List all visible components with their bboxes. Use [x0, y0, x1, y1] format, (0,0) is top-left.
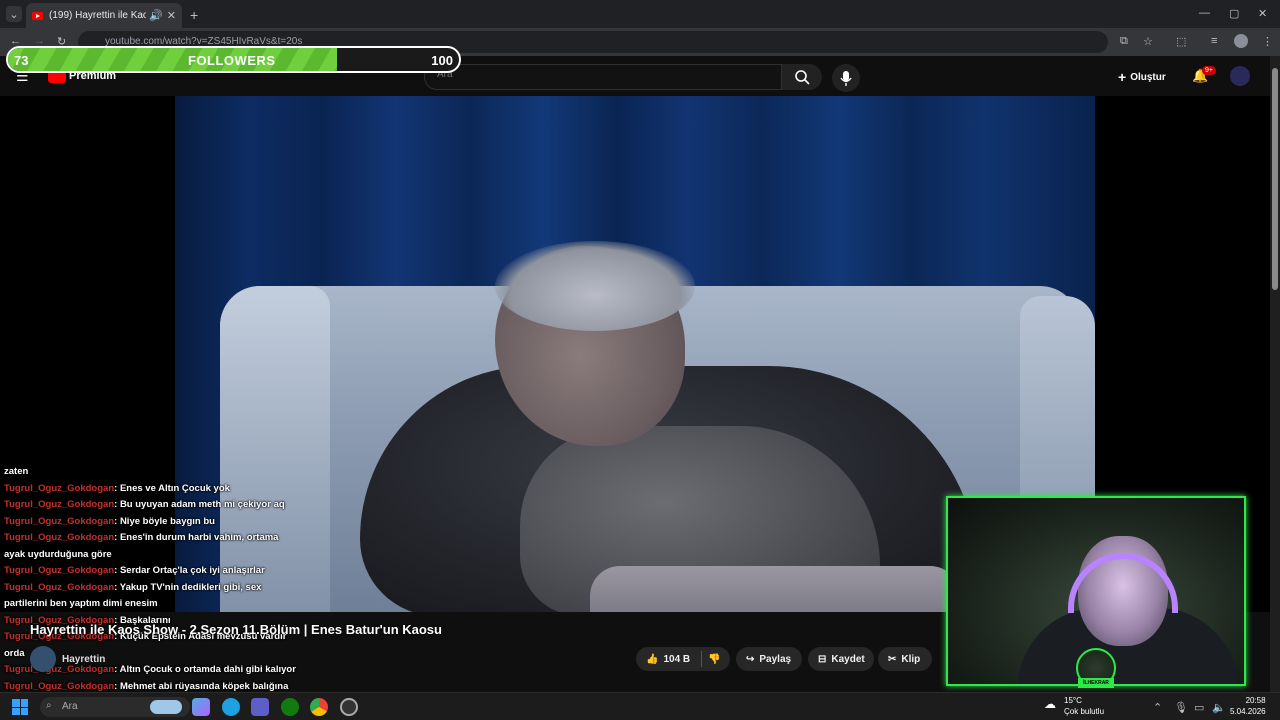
cloud-icon: ☁ — [1044, 697, 1056, 711]
chat-username: Tugrul_Oguz_Gokdogan — [4, 515, 115, 527]
browser-tab-active[interactable]: (199) Hayrettin ile Kaos Sho 🔊 ✕ — [26, 3, 182, 28]
tray-chevron-icon[interactable]: ⌃ — [1153, 701, 1162, 714]
save-label: Kaydet — [831, 653, 865, 665]
network-icon[interactable]: ▭ — [1194, 701, 1204, 714]
weather-widget[interactable]: ☁ 15°C Çok bulutlu — [1044, 695, 1104, 717]
minimize-icon[interactable]: — — [1199, 7, 1210, 19]
notification-badge: 9+ — [1202, 66, 1216, 75]
tab-title: (199) Hayrettin ile Kaos Sho — [49, 10, 147, 21]
obs-icon[interactable] — [340, 698, 358, 716]
clip-button[interactable]: ✂ Klip — [878, 647, 932, 671]
search-button[interactable] — [782, 64, 822, 90]
save-button[interactable]: ⊟ Kaydet — [808, 647, 874, 671]
microphone-icon — [840, 71, 852, 86]
clock-date: 5.04.2026 — [1230, 707, 1266, 716]
chat-text: : Altın Çocuk o ortamda dahi gibi kalıyo… — [114, 664, 296, 675]
scissors-icon: ✂ — [888, 653, 897, 665]
xbox-icon[interactable] — [281, 698, 299, 716]
followers-progress-fill — [8, 48, 338, 71]
dislike-button[interactable]: 👎 — [700, 647, 730, 671]
window-close-icon[interactable]: ✕ — [1258, 7, 1267, 20]
share-icon: ↪ — [746, 653, 755, 665]
copilot-icon[interactable] — [192, 698, 210, 716]
chat-username: Tugrul_Oguz_Gokdogan — [4, 499, 115, 510]
bookmark-star-icon[interactable]: ☆ — [1143, 35, 1153, 48]
followers-label: FOLLOWERS — [188, 53, 276, 68]
youtube-favicon-icon — [32, 11, 43, 20]
voice-search-button[interactable] — [832, 64, 860, 92]
chat-username: Tugrul_Oguz_Gokdogan — [4, 581, 115, 593]
system-clock[interactable]: 20:58 5.04.2026 — [1230, 695, 1266, 717]
thumbs-up-icon: 👍 — [646, 653, 659, 665]
tab-search-chevron-icon[interactable]: ⌄ — [6, 6, 22, 22]
create-label: Oluştur — [1130, 71, 1166, 83]
chat-username: Tugrul_Oguz_Gokdogan — [4, 532, 115, 543]
followers-goal-bar: 73 FOLLOWERS 100 — [6, 46, 461, 73]
followers-current: 73 — [14, 53, 29, 68]
chrome-icon[interactable] — [310, 698, 328, 716]
video-title: Hayrettin ile Kaos Show - 2.Sezon 11.Böl… — [30, 622, 442, 637]
followers-goal: 100 — [431, 53, 453, 68]
teams-icon[interactable] — [251, 698, 269, 716]
channel-name[interactable]: Hayrettin — [62, 654, 105, 665]
thumbs-down-icon: 👎 — [708, 653, 721, 665]
tab-audio-icon[interactable]: 🔊 — [149, 9, 163, 22]
clock-time: 20:58 — [1245, 696, 1266, 705]
chat-message: Tugrul_Oguz_Gokdogan: Niye böyle baygın … — [0, 514, 300, 531]
taskbar-widget-icon[interactable] — [150, 700, 182, 714]
bookmark-icon: ⊟ — [818, 653, 827, 665]
browser-tab-strip: ⌄ (199) Hayrettin ile Kaos Sho 🔊 ✕ + — ▢… — [0, 0, 1280, 28]
chat-message: Tugrul_Oguz_Gokdogan: Yakup TV'nin dedik… — [0, 580, 300, 613]
scrollbar-thumb[interactable] — [1272, 68, 1278, 290]
taskbar-search-icon: ⌕ — [46, 700, 52, 711]
search-icon — [795, 70, 810, 85]
video-frame-pants — [590, 566, 960, 612]
chat-text: : Enes ve Altın Çocuk yok — [114, 482, 230, 494]
create-button[interactable]: + Oluştur — [1118, 65, 1178, 89]
chat-text: zaten — [4, 466, 29, 477]
streamer-logo-text: İLHEKRAR — [1078, 678, 1114, 688]
chat-text: : Bu uyuyan adam meth mi çekiyor aq — [114, 499, 285, 510]
chat-username: Tugrul_Oguz_Gokdogan — [4, 680, 115, 692]
chat-text: : Serdar Ortaç'la çok iyi anlaşırlar — [114, 565, 265, 576]
browser-menu-icon[interactable]: ⋮ — [1262, 35, 1273, 48]
chat-username: Tugrul_Oguz_Gokdogan — [4, 565, 115, 576]
profile-avatar[interactable] — [1234, 34, 1248, 48]
taskbar-search-placeholder: Ara — [62, 701, 78, 712]
search-input[interactable]: Ara — [424, 64, 782, 90]
video-frame-hair — [495, 241, 695, 331]
share-button[interactable]: ↪ Paylaş — [736, 647, 802, 671]
like-count: 104 B — [663, 653, 691, 665]
tab-close-icon[interactable]: ✕ — [167, 9, 176, 22]
chat-text: : Niye böyle baygın bu — [114, 515, 215, 527]
channel-info[interactable]: Hayrettin — [30, 646, 105, 672]
reading-list-icon[interactable]: ≡ — [1211, 35, 1217, 47]
maximize-icon[interactable]: ▢ — [1229, 7, 1239, 20]
edge-icon[interactable] — [222, 698, 240, 716]
chat-message: Tugrul_Oguz_Gokdogan: Enes'in durum harb… — [0, 530, 300, 563]
volume-icon[interactable]: 🔈 — [1212, 701, 1226, 714]
plus-icon: + — [1118, 69, 1127, 85]
windows-taskbar: ⌕ Ara ☁ 15°C Çok bulutlu ⌃ 🎙 ▭ 🔈 20:58 5… — [0, 692, 1280, 720]
share-label: Paylaş — [759, 653, 792, 665]
channel-avatar[interactable] — [30, 646, 56, 672]
chat-message: zaten — [0, 464, 300, 481]
new-tab-icon[interactable]: + — [190, 7, 198, 23]
chat-username: Tugrul_Oguz_Gokdogan — [4, 482, 115, 494]
extensions-icon[interactable]: ⬚ — [1176, 35, 1186, 48]
chat-message: Tugrul_Oguz_Gokdogan: Serdar Ortaç'la ço… — [0, 563, 300, 580]
chat-message: Tugrul_Oguz_Gokdogan: Bu uyuyan adam met… — [0, 497, 300, 514]
windows-start-icon[interactable] — [12, 699, 28, 715]
chat-message: Tugrul_Oguz_Gokdogan: Enes ve Altın Çocu… — [0, 481, 300, 498]
cast-icon[interactable]: ⧉ — [1120, 35, 1128, 48]
page-scrollbar[interactable] — [1270, 56, 1280, 692]
microphone-tray-icon[interactable]: 🎙 — [1174, 701, 1188, 714]
clip-label: Klip — [901, 653, 921, 665]
account-avatar[interactable] — [1230, 66, 1250, 86]
